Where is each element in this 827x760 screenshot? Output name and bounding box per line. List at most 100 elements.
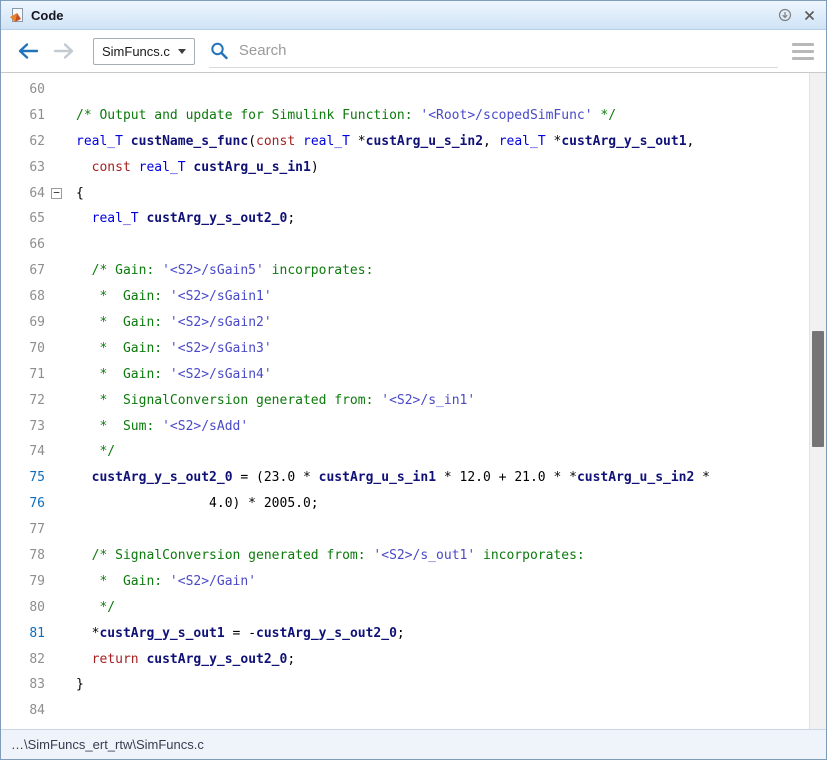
line-number: 63 [1,155,45,181]
fold-gutter [45,206,76,232]
code-line[interactable]: 60 [1,77,809,103]
code-token: ; [287,211,295,226]
menu-icon[interactable] [792,43,814,60]
code-line[interactable]: 83} [1,672,809,698]
block-link[interactable]: '<S2>/s_out1' [373,548,475,563]
line-number: 74 [1,439,45,465]
code-area: 6061 /* Output and update for Simulink Fu… [1,73,826,729]
line-number-highlighted: 76 [1,491,45,517]
code-line[interactable]: 63 const real_T custArg_u_s_in1) [1,155,809,181]
search-field [209,35,778,68]
fold-gutter [45,698,76,724]
dock-pin-icon[interactable] [776,6,794,24]
code-line[interactable]: 76 4.0) * 2005.0; [1,491,809,517]
code-text: { [76,181,84,207]
block-link[interactable]: '<S2>/s_in1' [381,393,475,408]
fold-gutter [45,414,76,440]
code-line[interactable]: 68 * Gain: '<S2>/sGain1' [1,284,809,310]
code-token: { [76,186,84,201]
title-bar[interactable]: Code [1,1,826,30]
forward-button[interactable] [51,38,77,64]
code-token: * [76,626,99,641]
code-line[interactable]: 73 * Sum: '<S2>/sAdd' [1,414,809,440]
scrollbar-thumb[interactable] [812,331,824,447]
code-line[interactable]: 70 * Gain: '<S2>/sGain3' [1,336,809,362]
code-text: custArg_y_s_out2_0 = (23.0 * custArg_u_s… [76,465,710,491]
vertical-scrollbar[interactable] [809,73,826,729]
code-line[interactable]: 64−{ [1,181,809,207]
code-token: const [256,134,295,149]
block-link[interactable]: '<S2>/sGain4' [170,367,272,382]
code-token: = (23.0 * [233,470,319,485]
code-token: custArg_y_s_out2_0 [256,626,397,641]
block-link[interactable]: '<S2>/sAdd' [162,419,248,434]
code-text: return custArg_y_s_out2_0; [76,647,295,673]
code-line[interactable]: 84 [1,698,809,724]
line-number: 73 [1,414,45,440]
code-text: * Gain: '<S2>/sGain4' [76,362,272,388]
block-link[interactable]: '<S2>/sGain5' [162,263,264,278]
code-line[interactable]: 62real_T custName_s_func(const real_T *c… [1,129,809,155]
code-file-icon [9,7,25,23]
code-line[interactable]: 74 */ [1,439,809,465]
code-text: */ [76,595,115,621]
status-file-path: …\SimFuncs_ert_rtw\SimFuncs.c [11,737,204,752]
code-line[interactable]: 78 /* SignalConversion generated from: '… [1,543,809,569]
block-link[interactable]: '<Root>/scopedSimFunc' [420,108,592,123]
code-line[interactable]: 75 custArg_y_s_out2_0 = (23.0 * custArg_… [1,465,809,491]
code-line[interactable]: 77 [1,517,809,543]
fold-gutter [45,77,76,103]
code-token: */ [76,600,115,615]
code-line[interactable]: 80 */ [1,595,809,621]
code-token: real_T [139,160,186,175]
code-token: real_T [76,134,123,149]
code-token: custArg_y_s_out2_0 [146,211,287,226]
fold-gutter [45,491,76,517]
code-line[interactable]: 71 * Gain: '<S2>/sGain4' [1,362,809,388]
code-line[interactable]: 82 return custArg_y_s_out2_0; [1,647,809,673]
block-link[interactable]: '<S2>/sGain3' [170,341,272,356]
search-input[interactable] [237,41,778,60]
code-token: * Gain: [76,574,170,589]
code-token [295,134,303,149]
code-line[interactable]: 72 * SignalConversion generated from: '<… [1,388,809,414]
fold-toggle-icon[interactable]: − [51,188,62,199]
code-line[interactable]: 61 /* Output and update for Simulink Func… [1,103,809,129]
back-button[interactable] [15,38,41,64]
code-token: 4.0) * 2005.0; [76,496,319,511]
code-text: real_T custName_s_func(const real_T *cus… [76,129,694,155]
line-number: 83 [1,672,45,698]
code-text: * Sum: '<S2>/sAdd' [76,414,248,440]
block-link[interactable]: '<S2>/sGain1' [170,289,272,304]
code-token: , [483,134,499,149]
code-line[interactable]: 66 [1,232,809,258]
line-number: 61 [1,103,45,129]
code-line[interactable]: 65 real_T custArg_y_s_out2_0; [1,206,809,232]
file-selector[interactable]: SimFuncs.c [93,38,195,65]
code-token: custArg_u_s_in1 [319,470,436,485]
code-token: = - [225,626,256,641]
code-token: return [92,652,139,667]
line-number: 60 [1,77,45,103]
code-token: custArg_y_s_out2_0 [146,652,287,667]
close-icon[interactable] [800,6,818,24]
block-link[interactable]: '<S2>/Gain' [170,574,256,589]
code-token: real_T [92,211,139,226]
fold-gutter [45,155,76,181]
code-text: /* Output and update for Simulink Functi… [76,103,616,129]
code-line[interactable]: 69 * Gain: '<S2>/sGain2' [1,310,809,336]
code-token [131,160,139,175]
code-token: * [546,134,562,149]
status-bar: …\SimFuncs_ert_rtw\SimFuncs.c [1,729,826,759]
code-text: } [76,672,84,698]
line-number: 66 [1,232,45,258]
code-line[interactable]: 79 * Gain: '<S2>/Gain' [1,569,809,595]
code-token: incorporates: [264,263,374,278]
code-token: ) [311,160,319,175]
line-number: 69 [1,310,45,336]
code-line[interactable]: 81 *custArg_y_s_out1 = -custArg_y_s_out2… [1,621,809,647]
code-lines: 6061 /* Output and update for Simulink Fu… [1,73,809,729]
block-link[interactable]: '<S2>/sGain2' [170,315,272,330]
code-token: custArg_y_s_out1 [561,134,686,149]
code-line[interactable]: 67 /* Gain: '<S2>/sGain5' incorporates: [1,258,809,284]
